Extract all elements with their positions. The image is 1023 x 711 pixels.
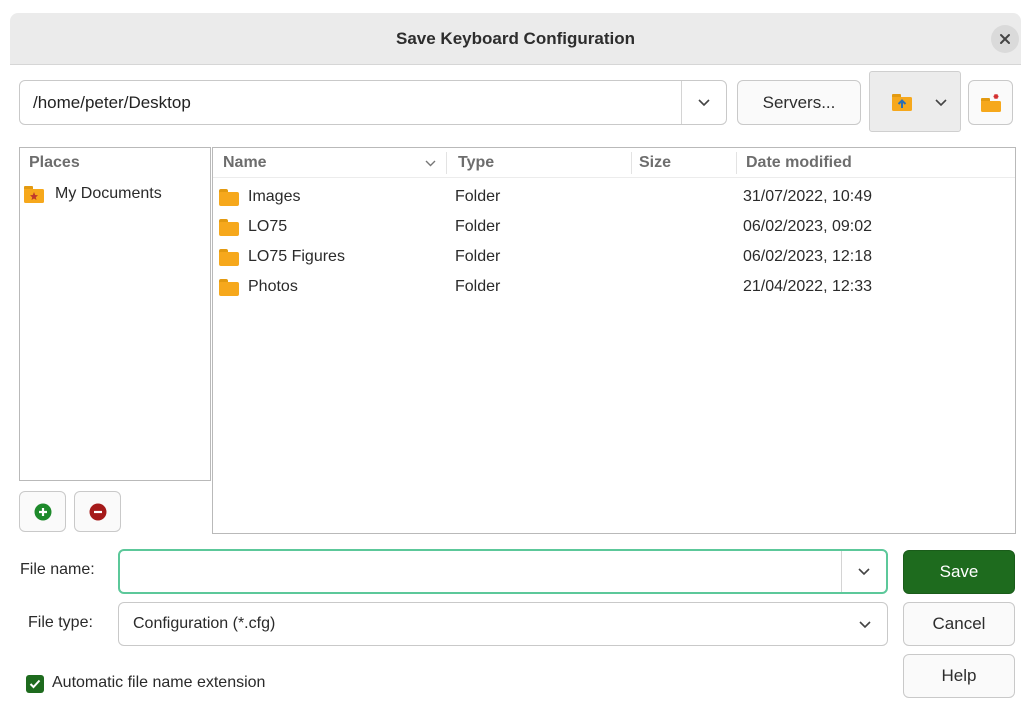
sort-descending-icon (425, 160, 436, 167)
close-icon (1000, 34, 1010, 44)
save-button-label: Save (939, 562, 979, 581)
file-row[interactable]: Photos Folder 21/04/2022, 12:33 (213, 272, 1017, 302)
file-type: Folder (455, 188, 501, 205)
title-bar: Save Keyboard Configuration (10, 13, 1021, 65)
documents-folder-icon (24, 186, 44, 203)
column-header-type[interactable]: Type (458, 148, 494, 178)
file-type: Folder (455, 278, 501, 295)
places-pane: Places My Documents (19, 147, 211, 481)
remove-place-button[interactable] (74, 491, 121, 532)
file-name-dropdown-button[interactable] (842, 551, 886, 592)
file-date: 21/04/2022, 12:33 (743, 278, 873, 295)
dialog-title: Save Keyboard Configuration (396, 29, 635, 48)
column-divider (631, 152, 632, 174)
servers-button[interactable]: Servers... (737, 80, 861, 125)
chevron-down-icon (698, 98, 710, 106)
save-button[interactable]: Save (903, 550, 1015, 594)
file-list-pane: Name Type Size Date modified Images Fold… (212, 147, 1016, 534)
chevron-down-icon (858, 567, 870, 575)
file-type: Folder (455, 248, 501, 265)
folder-icon (219, 219, 239, 236)
folder-icon (219, 249, 239, 266)
places-item-label: My Documents (55, 185, 162, 202)
column-divider (446, 152, 447, 174)
column-header-date-modified[interactable]: Date modified (746, 148, 852, 178)
folder-up-icon (892, 94, 912, 111)
checkmark-icon (29, 679, 41, 689)
file-type-value: Configuration (*.cfg) (133, 615, 276, 632)
places-item-my-documents[interactable]: My Documents (20, 179, 210, 209)
new-folder-icon (980, 93, 1001, 112)
file-date: 06/02/2023, 12:18 (743, 248, 873, 265)
file-row[interactable]: Images Folder 31/07/2022, 10:49 (213, 182, 1017, 212)
file-row[interactable]: LO75 Figures Folder 06/02/2023, 12:18 (213, 242, 1017, 272)
add-icon (34, 503, 51, 520)
column-header-size[interactable]: Size (639, 148, 671, 178)
file-name: LO75 (248, 218, 288, 235)
cancel-button[interactable]: Cancel (903, 602, 1015, 646)
path-input[interactable]: /home/peter/Desktop (33, 81, 191, 124)
file-name-combo[interactable] (118, 549, 888, 594)
path-dropdown-button[interactable] (681, 81, 726, 124)
auto-extension-checkbox[interactable] (26, 675, 44, 693)
column-header-name[interactable]: Name (223, 148, 267, 178)
help-button[interactable]: Help (903, 654, 1015, 698)
file-name: Photos (248, 278, 298, 295)
file-type-select[interactable]: Configuration (*.cfg) (118, 602, 888, 646)
file-list-header: Name Type Size Date modified (213, 148, 1015, 178)
file-type: Folder (455, 218, 501, 235)
chevron-down-icon (859, 621, 871, 629)
help-button-label: Help (941, 666, 977, 685)
folder-icon (219, 189, 239, 206)
file-date: 06/02/2023, 09:02 (743, 218, 873, 235)
file-row[interactable]: LO75 Folder 06/02/2023, 09:02 (213, 212, 1017, 242)
file-name: LO75 Figures (248, 248, 345, 265)
file-name: Images (248, 188, 301, 205)
cancel-button-label: Cancel (932, 614, 986, 633)
chevron-down-icon (935, 99, 947, 107)
file-date: 31/07/2022, 10:49 (743, 188, 873, 205)
file-type-label: File type: (28, 614, 93, 631)
column-divider (736, 152, 737, 174)
remove-icon (89, 503, 106, 520)
places-header: Places (29, 154, 80, 171)
file-name-label: File name: (20, 561, 95, 578)
servers-button-label: Servers... (762, 92, 836, 112)
close-button[interactable] (991, 25, 1019, 53)
folder-icon (219, 279, 239, 296)
add-place-button[interactable] (19, 491, 66, 532)
auto-extension-label: Automatic file name extension (52, 674, 266, 691)
new-folder-button[interactable] (968, 80, 1013, 125)
level-up-button[interactable] (869, 71, 961, 132)
file-name-input[interactable] (128, 557, 834, 586)
path-combo[interactable]: /home/peter/Desktop (19, 80, 727, 125)
